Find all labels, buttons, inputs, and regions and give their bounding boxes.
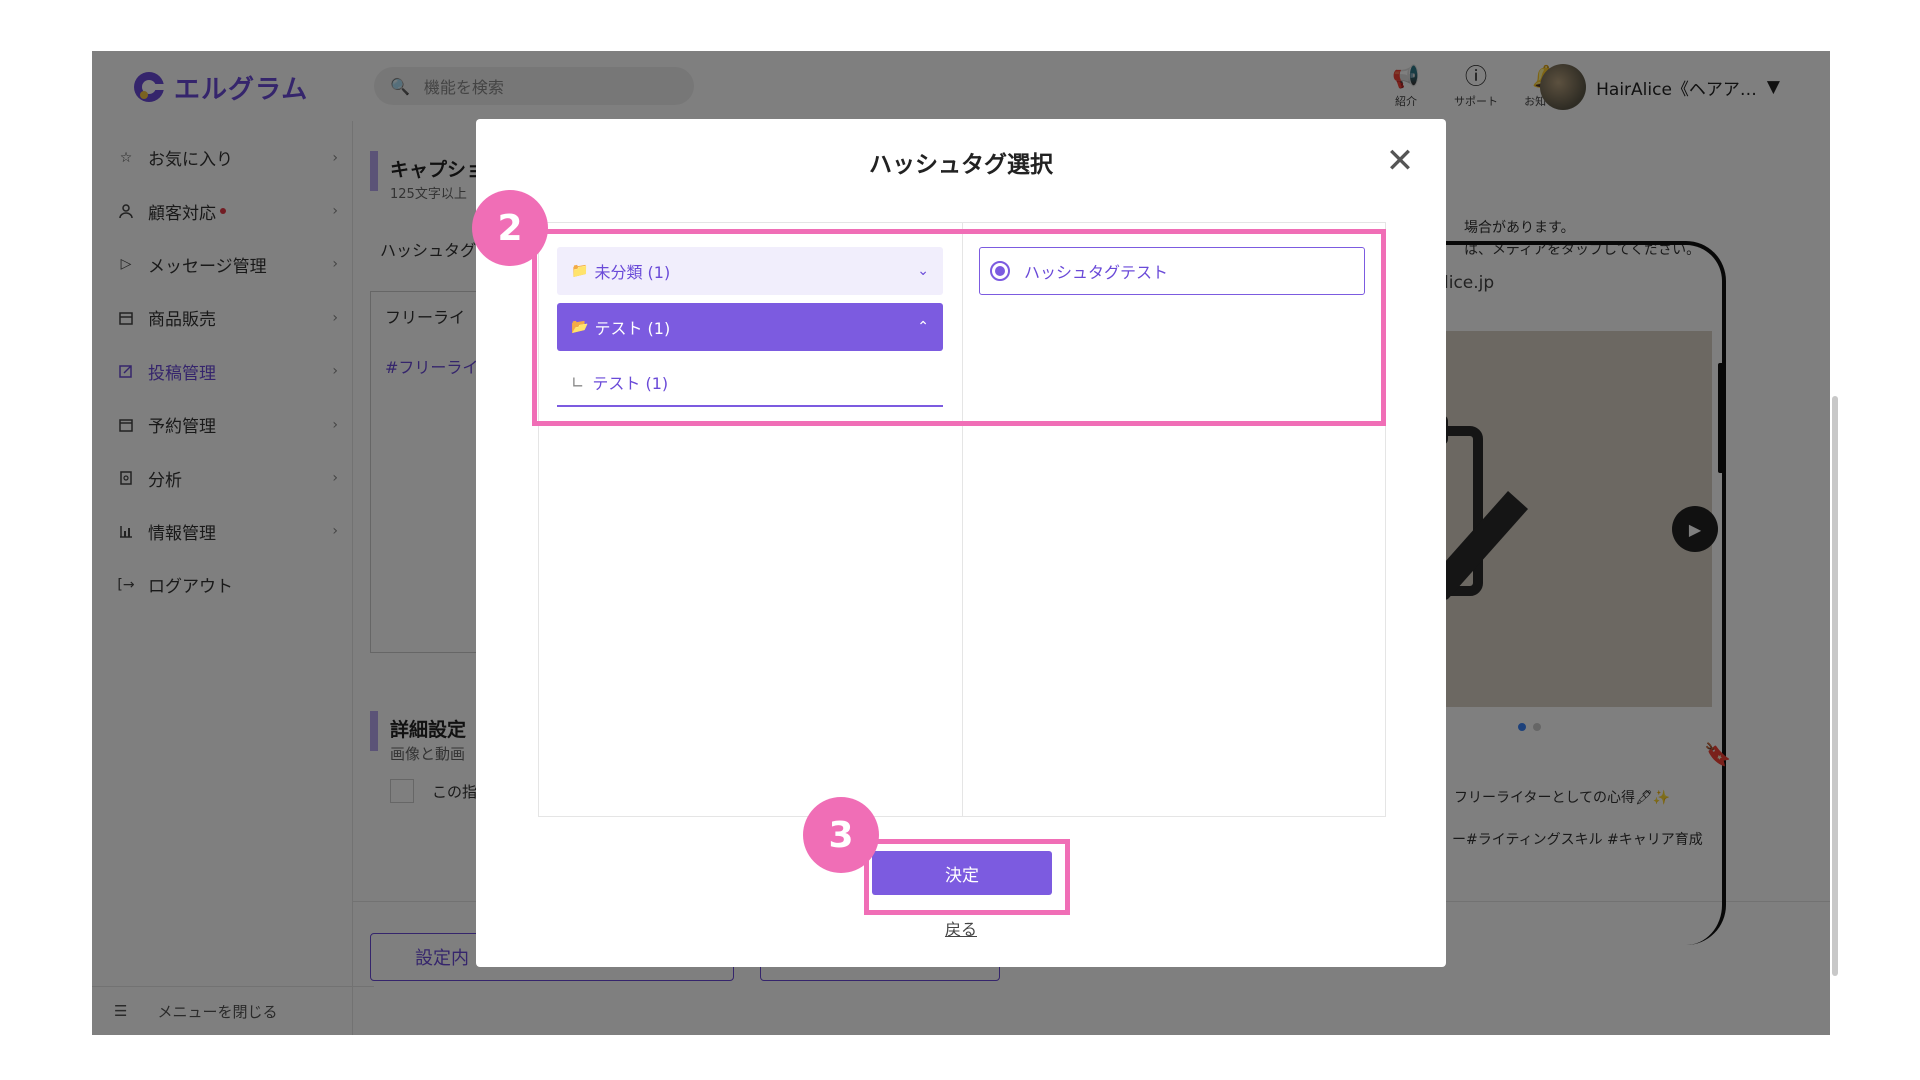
step2-badge: 2 [472,190,548,266]
step2-number: 2 [497,207,523,249]
close-icon[interactable]: ✕ [1382,143,1418,179]
scrollbar[interactable] [1832,396,1838,976]
step2-highlight [532,229,1386,426]
step3-badge: 3 [803,797,879,873]
back-link[interactable]: 戻る [476,916,1446,940]
back-label: 戻る [944,920,977,939]
modal-title: ハッシュタグ選択 [869,152,1053,178]
step3-highlight [864,839,1070,915]
step3-number: 3 [828,814,854,856]
